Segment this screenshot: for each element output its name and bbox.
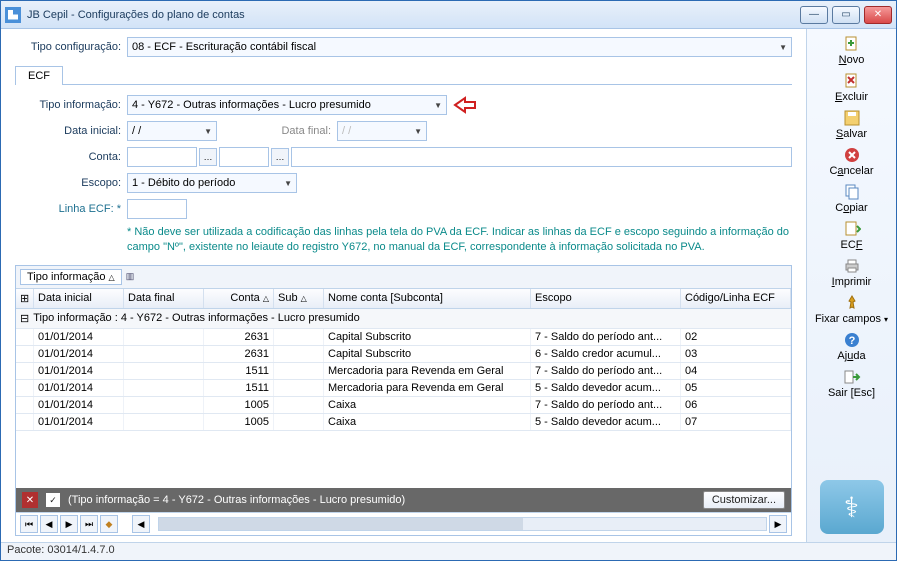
tipo-info-select[interactable]: 4 - Y672 - Outras informações - Lucro pr… xyxy=(127,95,447,115)
col-linha[interactable]: Código/Linha ECF xyxy=(681,289,791,308)
nav-last[interactable]: ⏭ xyxy=(80,515,98,533)
data-inicial-input[interactable]: / / ▼ xyxy=(127,121,217,141)
conta-desc-input[interactable] xyxy=(291,147,792,167)
sort-asc-icon: △ xyxy=(109,273,115,282)
record-nav: ⏮ ◀ ▶ ⏭ ◆ ◀ ▶ xyxy=(16,512,791,535)
table-row[interactable]: 01/01/20141511Mercadoria para Revenda em… xyxy=(16,380,791,397)
cancel-icon xyxy=(843,146,861,164)
app-icon xyxy=(5,7,21,23)
copiar-button[interactable]: Copiar xyxy=(811,181,893,217)
ecf-button[interactable]: ECF xyxy=(811,218,893,254)
col-sub[interactable]: Sub △ xyxy=(274,289,324,308)
chevron-down-icon: ▼ xyxy=(779,43,787,52)
cancelar-button[interactable]: Cancelar xyxy=(811,144,893,180)
imprimir-button[interactable]: Imprimir xyxy=(811,255,893,291)
chevron-down-icon: ▾ xyxy=(884,315,888,324)
conta-lookup-button[interactable]: … xyxy=(199,148,217,166)
filter-check[interactable]: ✓ xyxy=(46,493,60,507)
col-data-final[interactable]: Data final xyxy=(124,289,204,308)
collapse-icon[interactable]: ⊟ xyxy=(20,312,29,325)
minimize-button[interactable]: — xyxy=(800,6,828,24)
data-inicial-label: Data inicial: xyxy=(15,125,127,137)
data-final-label: Data final: xyxy=(217,125,337,137)
nav-bookmark[interactable]: ◆ xyxy=(100,515,118,533)
table-row[interactable]: 01/01/20142631Capital Subscrito6 - Saldo… xyxy=(16,346,791,363)
col-conta[interactable]: Conta △ xyxy=(204,289,274,308)
chevron-down-icon: ▼ xyxy=(434,101,442,110)
svg-text:?: ? xyxy=(848,335,855,347)
col-escopo[interactable]: Escopo xyxy=(531,289,681,308)
maximize-button[interactable]: ▭ xyxy=(832,6,860,24)
tab-strip: ECF xyxy=(15,63,792,85)
group-row[interactable]: ⊟ Tipo informação : 4 - Y672 - Outras in… xyxy=(16,309,791,329)
filter-icon[interactable]: ▥ xyxy=(126,271,135,282)
excluir-button[interactable]: Excluir xyxy=(811,70,893,106)
main-panel: Tipo configuração: 08 - ECF - Escrituraç… xyxy=(1,29,806,542)
tipo-info-label: Tipo informação: xyxy=(15,99,127,111)
module-logo-icon: ⚕ xyxy=(820,480,884,534)
window-title: JB Cepil - Configurações do plano de con… xyxy=(27,9,800,21)
filter-text: (Tipo informação = 4 - Y672 - Outras inf… xyxy=(68,494,405,506)
escopo-select[interactable]: 1 - Débito do período ▼ xyxy=(127,173,297,193)
table-row[interactable]: 01/01/20141511Mercadoria para Revenda em… xyxy=(16,363,791,380)
sair-button[interactable]: Sair [Esc] xyxy=(811,366,893,402)
new-icon xyxy=(843,35,861,53)
h-scrollbar[interactable] xyxy=(158,517,767,531)
ajuda-button[interactable]: ? Ajuda xyxy=(811,329,893,365)
status-bar: Pacote: 03014/1.4.7.0 xyxy=(1,542,896,560)
escopo-label: Escopo: xyxy=(15,177,127,189)
col-data-inicial[interactable]: Data inicial xyxy=(34,289,124,308)
delete-icon xyxy=(843,72,861,90)
table-row[interactable]: 01/01/20141005Caixa5 - Saldo devedor acu… xyxy=(16,414,791,431)
filter-bar: ✕ ✓ (Tipo informação = 4 - Y672 - Outras… xyxy=(16,488,791,512)
scroll-right[interactable]: ▶ xyxy=(769,515,787,533)
action-sidebar: Novo Excluir Salvar Cancelar Copiar ECF xyxy=(806,29,896,542)
print-icon xyxy=(843,257,861,275)
app-window: JB Cepil - Configurações do plano de con… xyxy=(0,0,897,561)
ecf-icon xyxy=(843,220,861,238)
subconta-input[interactable] xyxy=(219,147,269,167)
filter-close-button[interactable]: ✕ xyxy=(22,492,38,508)
copy-icon xyxy=(843,183,861,201)
tipo-info-value: 4 - Y672 - Outras informações - Lucro pr… xyxy=(132,99,371,111)
col-nome[interactable]: Nome conta [Subconta] xyxy=(324,289,531,308)
help-note: * Não deve ser utilizada a codificação d… xyxy=(15,225,792,255)
column-headers: ⊞ Data inicial Data final Conta △ Sub △ … xyxy=(16,289,791,309)
table-row[interactable]: 01/01/20142631Capital Subscrito7 - Saldo… xyxy=(16,329,791,346)
titlebar: JB Cepil - Configurações do plano de con… xyxy=(1,1,896,29)
table-row[interactable]: 01/01/20141005Caixa7 - Saldo do período … xyxy=(16,397,791,414)
nav-first[interactable]: ⏮ xyxy=(20,515,38,533)
customize-button[interactable]: Customizar... xyxy=(703,491,785,509)
save-icon xyxy=(843,109,861,127)
fixar-campos-button[interactable]: Fixar campos ▾ xyxy=(811,292,893,328)
chevron-down-icon: ▼ xyxy=(414,127,422,136)
close-button[interactable]: ✕ xyxy=(864,6,892,24)
salvar-button[interactable]: Salvar xyxy=(811,107,893,143)
attention-arrow-icon xyxy=(453,96,477,114)
nav-prev[interactable]: ◀ xyxy=(40,515,58,533)
nav-next[interactable]: ▶ xyxy=(60,515,78,533)
tipo-config-label: Tipo configuração: xyxy=(15,41,127,53)
pin-icon xyxy=(843,294,861,312)
tipo-config-value: 08 - ECF - Escrituração contábil fiscal xyxy=(132,41,316,53)
subconta-lookup-button[interactable]: … xyxy=(271,148,289,166)
linha-ecf-label: Linha ECF: xyxy=(15,203,127,215)
help-icon: ? xyxy=(843,331,861,349)
linha-ecf-input[interactable] xyxy=(127,199,187,219)
data-grid: Tipo informação △ ▥ ⊞ Data inicial Data … xyxy=(15,265,792,536)
conta-label: Conta: xyxy=(15,151,127,163)
exit-icon xyxy=(843,368,861,386)
tipo-config-select[interactable]: 08 - ECF - Escrituração contábil fiscal … xyxy=(127,37,792,57)
scroll-left[interactable]: ◀ xyxy=(132,515,150,533)
grid-body[interactable]: ⊟ Tipo informação : 4 - Y672 - Outras in… xyxy=(16,309,791,488)
chevron-down-icon: ▼ xyxy=(204,127,212,136)
novo-button[interactable]: Novo xyxy=(811,33,893,69)
expand-col[interactable]: ⊞ xyxy=(16,289,34,308)
pacote-label: Pacote: 03014/1.4.7.0 xyxy=(7,544,115,556)
tab-ecf[interactable]: ECF xyxy=(15,66,63,85)
data-final-input[interactable]: / / ▼ xyxy=(337,121,427,141)
group-chip[interactable]: Tipo informação △ xyxy=(20,269,122,285)
chevron-down-icon: ▼ xyxy=(284,179,292,188)
conta-code-input[interactable] xyxy=(127,147,197,167)
